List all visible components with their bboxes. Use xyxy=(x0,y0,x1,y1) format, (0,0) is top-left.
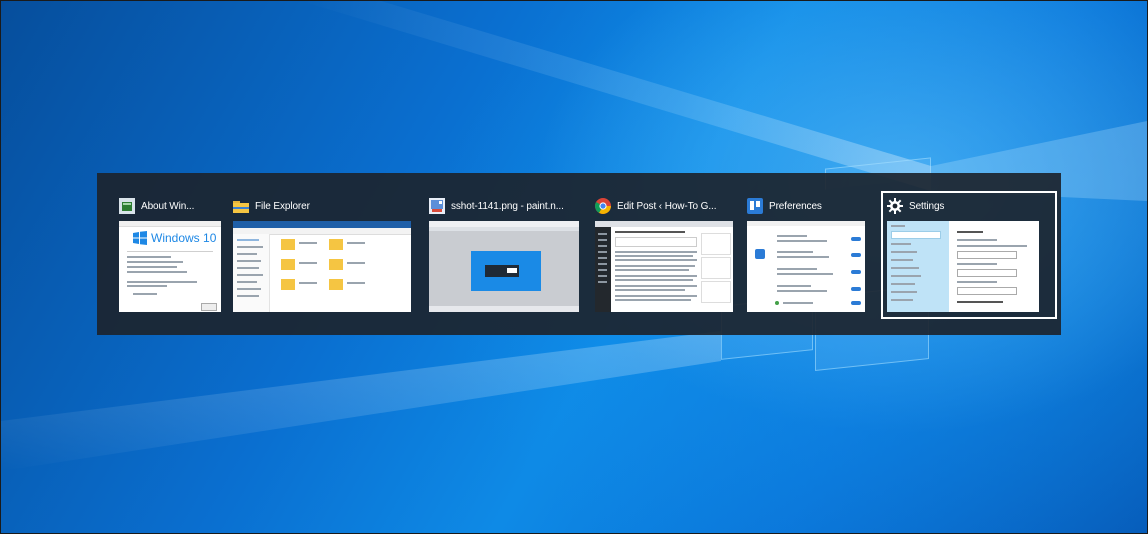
tile-title: Edit Post ‹ How-To G... xyxy=(617,200,717,212)
trello-icon xyxy=(747,198,763,214)
tile-title: Preferences xyxy=(769,200,822,212)
windows-logo-icon xyxy=(133,231,147,245)
tile-title: File Explorer xyxy=(255,200,310,212)
selection-highlight xyxy=(881,191,1057,319)
window-thumbnail xyxy=(595,221,733,312)
tile-header: About Win... xyxy=(119,195,194,217)
tile-title: About Win... xyxy=(141,200,195,212)
tile-header: File Explorer xyxy=(233,195,310,217)
winver-icon xyxy=(119,198,135,214)
tile-header: Preferences xyxy=(747,195,822,217)
window-thumbnail xyxy=(747,221,865,312)
task-switcher: About Win... Windows 10 File Explorer ss… xyxy=(97,173,1061,335)
desktop: About Win... Windows 10 File Explorer ss… xyxy=(0,0,1148,534)
window-thumbnail xyxy=(429,221,579,312)
window-thumbnail: Windows 10 xyxy=(119,221,221,312)
tile-header: sshot-1141.png - paint.n... xyxy=(429,195,564,217)
chrome-icon xyxy=(595,198,611,214)
tile-title: sshot-1141.png - paint.n... xyxy=(451,200,564,212)
window-thumbnail xyxy=(233,221,411,312)
paint-net-icon xyxy=(429,198,445,214)
tile-header: Edit Post ‹ How-To G... xyxy=(595,195,717,217)
folder-icon xyxy=(233,198,249,214)
windows-10-label: Windows 10 xyxy=(151,231,217,245)
